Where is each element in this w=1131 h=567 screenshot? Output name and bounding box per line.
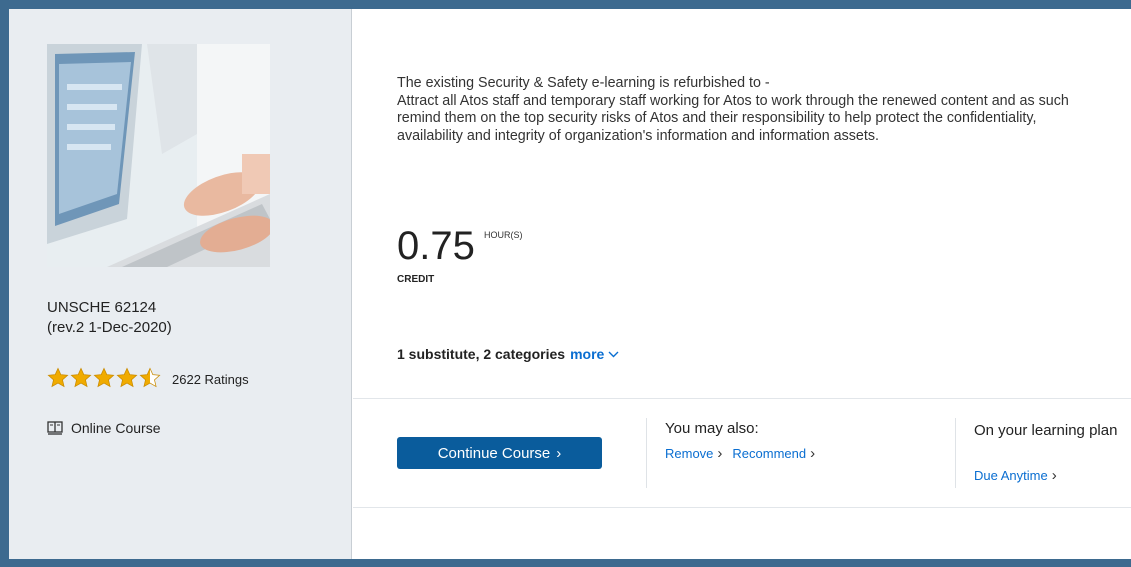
more-label: more	[570, 346, 605, 362]
section-divider	[353, 398, 1131, 399]
course-revision: (rev.2 1-Dec-2020)	[47, 319, 172, 336]
chevron-right-icon: ›	[556, 444, 562, 462]
substitutes-summary: 1 substitute, 2 categories more	[397, 346, 619, 362]
course-type: Online Course	[47, 420, 161, 436]
section-divider	[353, 507, 1131, 508]
substitutes-text: 1 substitute, 2 categories	[397, 346, 566, 362]
column-divider	[955, 418, 956, 488]
star-full-icon	[93, 367, 115, 388]
due-anytime-link[interactable]: Due Anytime ›	[974, 467, 1057, 484]
credit-value: 0.75	[397, 224, 475, 268]
remove-link[interactable]: Remove ›	[665, 445, 722, 462]
recommend-label: Recommend	[732, 446, 807, 461]
rating-stars[interactable]	[47, 367, 162, 389]
star-full-icon	[47, 367, 69, 388]
secondary-actions: Remove › Recommend ›	[665, 445, 815, 462]
continue-course-label: Continue Course	[437, 444, 551, 462]
may-also-label: You may also:	[665, 420, 759, 437]
course-thumbnail	[47, 44, 270, 267]
course-type-label: Online Course	[71, 420, 161, 436]
recommend-link[interactable]: Recommend ›	[732, 445, 815, 462]
continue-course-button[interactable]: Continue Course ›	[397, 437, 602, 469]
more-link[interactable]: more	[570, 346, 619, 362]
credit-unit: HOUR(S)	[484, 230, 523, 240]
course-description: The existing Security & Safety e-learnin…	[397, 75, 1069, 144]
learning-plan-label: On your learning plan	[974, 422, 1118, 439]
chevron-right-icon: ›	[1051, 467, 1057, 484]
chevron-down-icon	[608, 351, 619, 357]
remove-label: Remove	[665, 446, 714, 461]
course-id: UNSCHE 62124	[47, 299, 157, 316]
rating-count: 2622 Ratings	[172, 372, 249, 387]
chevron-right-icon: ›	[810, 445, 816, 462]
credit-label: CREDIT	[397, 274, 435, 285]
star-full-icon	[116, 367, 138, 388]
star-full-icon	[70, 367, 92, 388]
book-icon	[47, 421, 63, 435]
star-half-icon	[139, 367, 161, 388]
due-anytime-label: Due Anytime	[974, 468, 1048, 483]
chevron-right-icon: ›	[717, 445, 723, 462]
column-divider	[646, 418, 647, 488]
